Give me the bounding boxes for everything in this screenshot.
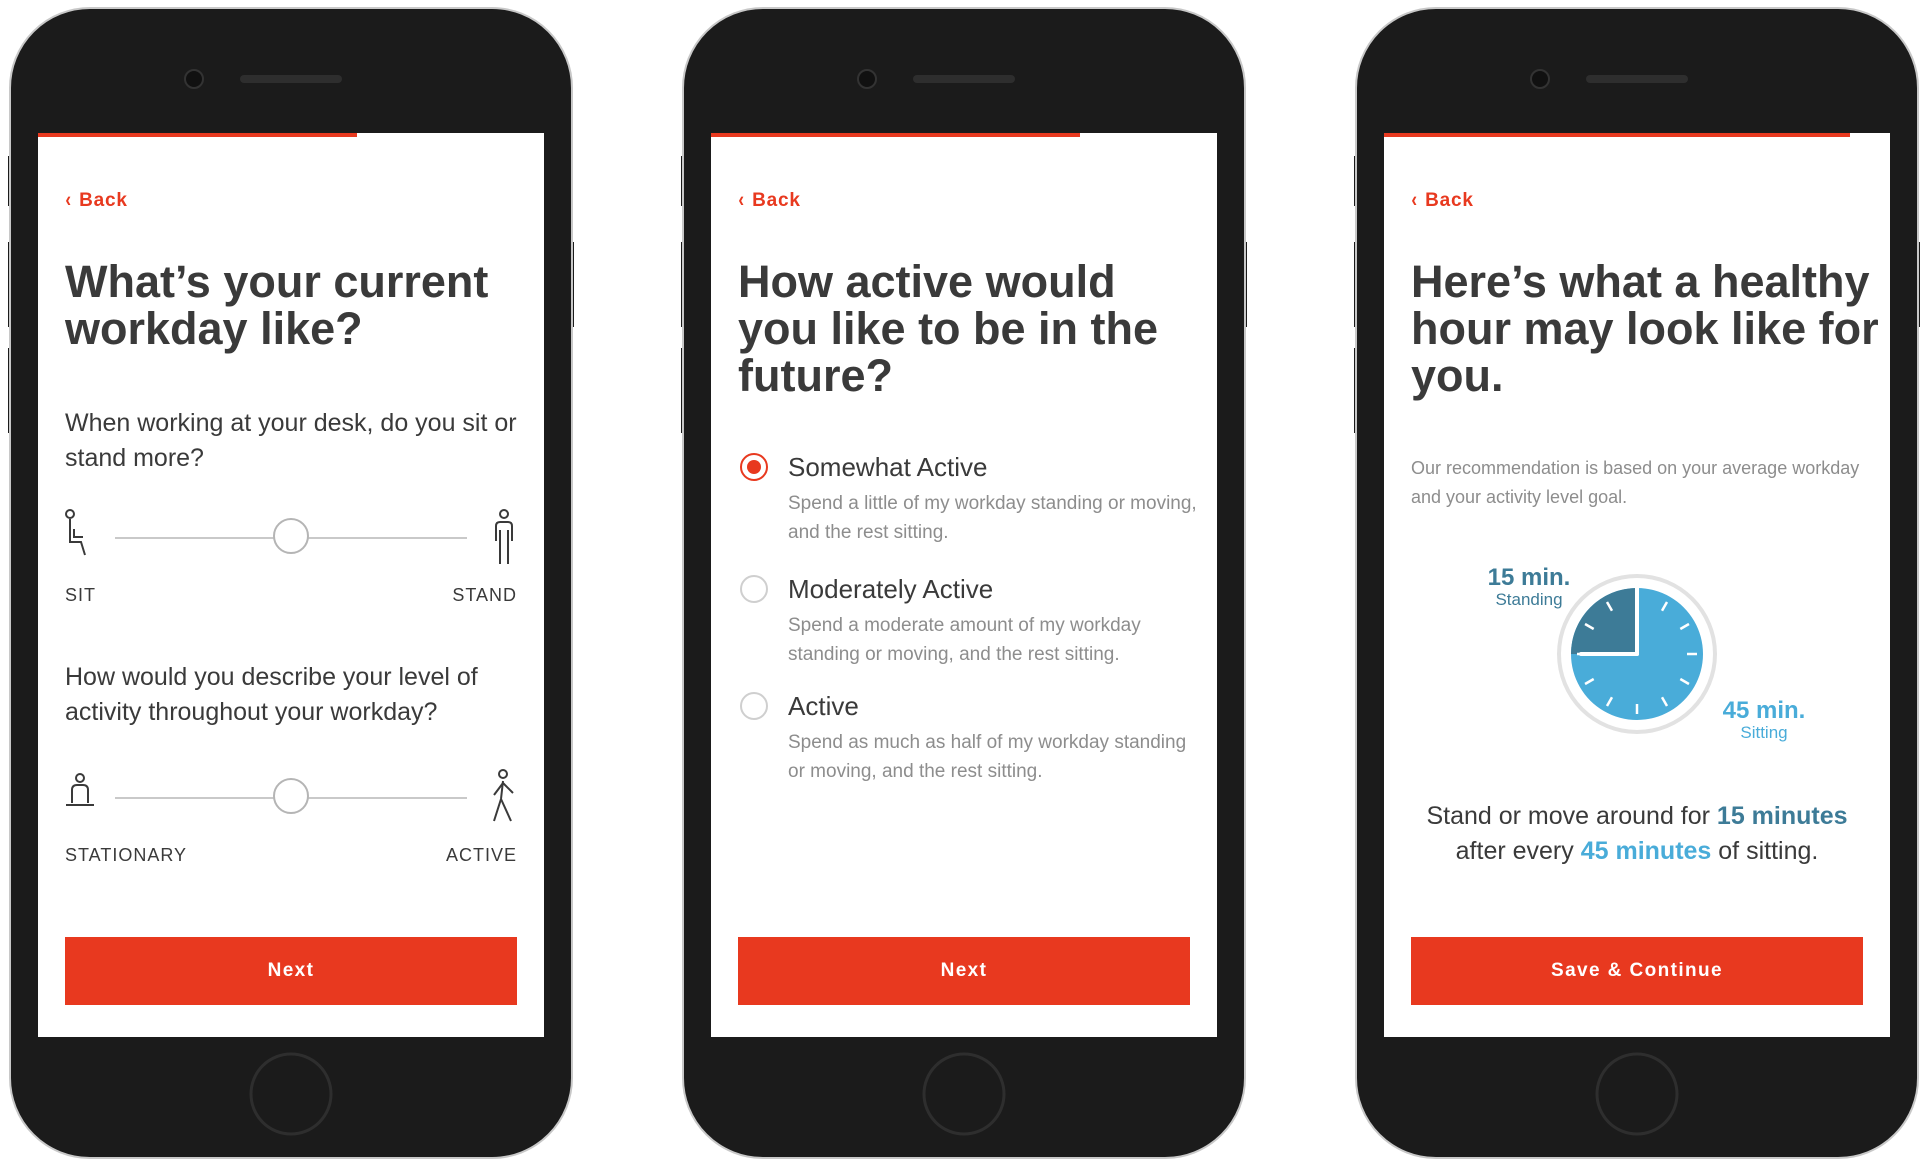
- slider-thumb[interactable]: [273, 778, 309, 814]
- standing-caption: Standing: [1495, 590, 1563, 609]
- standing-value: 15 min.: [1487, 564, 1571, 591]
- sitting-person-icon: [65, 509, 86, 556]
- summary-text: Stand or move around for 15 minutes afte…: [1384, 799, 1890, 869]
- stand-label: STAND: [452, 585, 517, 605]
- radio-button[interactable]: [740, 575, 768, 603]
- screen-workday: ‹ Back What’s your current workday like? …: [38, 133, 544, 1037]
- option-description: Spend a little of my workday standing or…: [788, 493, 1197, 543]
- home-button: [249, 1052, 333, 1136]
- option-label: Active: [788, 691, 859, 721]
- active-label: ACTIVE: [445, 845, 517, 865]
- phone-2: ‹ Back How active would you like to be in…: [681, 6, 1247, 1160]
- summary-sitting-minutes: 45 minutes: [1580, 837, 1712, 865]
- sit-label: SIT: [65, 585, 97, 605]
- chevron-left-icon: ‹: [738, 188, 745, 212]
- progress-bar: [1384, 133, 1850, 137]
- page-title: What’s your current workday like?: [65, 256, 489, 354]
- back-button[interactable]: ‹ Back: [65, 188, 128, 212]
- camera-icon: [184, 69, 204, 89]
- back-label: Back: [752, 190, 801, 211]
- option-label: Moderately Active: [788, 574, 994, 604]
- camera-icon: [1530, 69, 1550, 89]
- save-continue-button[interactable]: Save & Continue: [1411, 937, 1863, 1005]
- camera-icon: [857, 69, 877, 89]
- recommendation-text: Our recommendation is based on your aver…: [1411, 458, 1860, 507]
- summary-post: of sitting.: [1711, 837, 1819, 865]
- activity-slider[interactable]: [65, 769, 517, 829]
- option-description: Spend a moderate amount of my workday st…: [788, 615, 1141, 665]
- speaker-grille: [1586, 75, 1688, 83]
- sitting-value: 45 min.: [1722, 697, 1806, 724]
- back-label: Back: [1425, 190, 1474, 211]
- chevron-left-icon: ‹: [65, 188, 72, 212]
- option-label: Somewhat Active: [788, 452, 988, 482]
- slider-thumb[interactable]: [273, 518, 309, 554]
- speaker-grille: [913, 75, 1015, 83]
- home-button: [922, 1052, 1006, 1136]
- question-activity: How would you describe your level of act…: [65, 663, 478, 726]
- page-title: Here’s what a healthy hour may look like…: [1411, 256, 1879, 401]
- screen-activity-goal: ‹ Back How active would you like to be in…: [711, 133, 1217, 1037]
- radio-button[interactable]: [740, 692, 768, 720]
- phone-1: ‹ Back What’s your current workday like? …: [8, 6, 574, 1160]
- clock-chart: [1557, 574, 1717, 734]
- page-title: How active would you like to be in the f…: [738, 256, 1159, 401]
- next-button[interactable]: Next: [65, 937, 517, 1005]
- question-sit-stand: When working at your desk, do you sit or…: [65, 409, 517, 472]
- radio-button[interactable]: [740, 453, 768, 481]
- home-button: [1595, 1052, 1679, 1136]
- phone-3: ‹ Back Here’s what a healthy hour may loo…: [1354, 6, 1920, 1160]
- screen-healthy-hour: ‹ Back Here’s what a healthy hour may loo…: [1384, 133, 1890, 1037]
- back-button[interactable]: ‹ Back: [1411, 188, 1474, 212]
- standing-clock-label: 15 min. Standing: [1484, 566, 1574, 610]
- chevron-left-icon: ‹: [1411, 188, 1418, 212]
- back-label: Back: [79, 190, 128, 211]
- summary-mid: after every: [1455, 837, 1581, 865]
- speaker-grille: [240, 75, 342, 83]
- option-description: Spend as much as half of my workday stan…: [788, 732, 1187, 782]
- progress-bar: [38, 133, 357, 137]
- walking-person-icon: [493, 769, 514, 822]
- back-button[interactable]: ‹ Back: [738, 188, 801, 212]
- standing-person-icon: [495, 509, 513, 564]
- summary-pre: Stand or move around for: [1426, 802, 1717, 830]
- sitting-clock-label: 45 min. Sitting: [1714, 699, 1814, 743]
- progress-bar: [711, 133, 1081, 137]
- next-button[interactable]: Next: [738, 937, 1190, 1005]
- stationary-label: STATIONARY: [65, 845, 188, 865]
- sitting-caption: Sitting: [1740, 723, 1788, 742]
- stationary-person-icon: [66, 773, 94, 806]
- sit-stand-slider[interactable]: [65, 509, 517, 569]
- summary-standing-minutes: 15 minutes: [1716, 802, 1848, 830]
